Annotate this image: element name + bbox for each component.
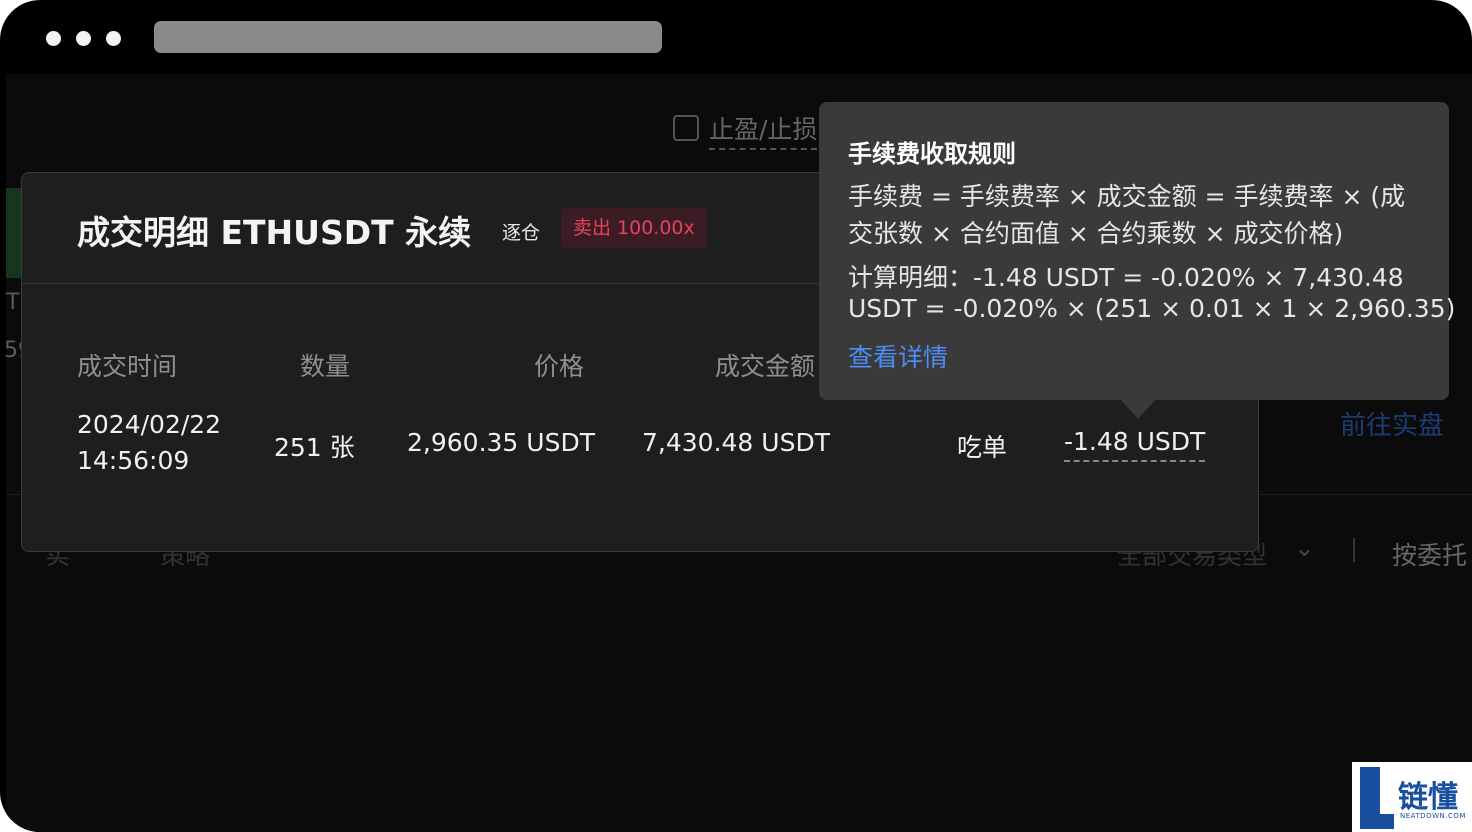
window-dot-minimize[interactable] [76,31,91,46]
tooltip-calc-line: USDT = -0.020% × (251 × 0.01 × 1 × 2,960… [848,294,1456,323]
tpsl-label[interactable]: 止盈/止损 [709,110,818,150]
fee-rule-tooltip: 手续费收取规则 手续费 = 手续费率 × 成交金额 = 手续费率 × (成 交张… [819,102,1455,400]
logo-subtext: NEATDOWN.COM [1400,812,1466,820]
margin-mode-badge: 逐仓 [502,222,541,244]
trade-fee[interactable]: -1.48 USDT [1064,427,1206,462]
background-fragment: T [6,290,20,315]
header-qty: 数量 [300,352,351,381]
modal-title: 成交明细 ETHUSDT 永续 [77,213,472,252]
brand-logo: 链懂 NEATDOWN.COM [1352,762,1472,832]
trade-date: 2024/02/22 [77,410,222,439]
tooltip-formula-line: 手续费 = 手续费率 × 成交金额 = 手续费率 × (成 [848,182,1406,211]
background-green-bar [6,188,22,278]
side-leverage-badge: 卖出 100.00x [561,208,707,248]
tooltip-arrow [1120,399,1156,419]
logo-mark-foot [1360,814,1394,829]
header-price: 价格 [534,352,585,381]
trade-role: 吃单 [957,433,1008,462]
header-time: 成交时间 [77,352,178,381]
chevron-down-icon: ⌄ [1294,533,1315,562]
tpsl-checkbox[interactable] [673,115,699,141]
trade-time: 14:56:09 [77,446,190,475]
trade-qty: 251 张 [274,433,355,462]
tooltip-calc-line: 计算明细：-1.48 USDT = -0.020% × 7,430.48 [848,263,1404,292]
trade-amount: 7,430.48 USDT [642,428,830,457]
tooltip-formula-line: 交张数 × 合约面值 × 合约乘数 × 成交价格) [848,219,1344,248]
view-details-link[interactable]: 查看详情 [848,338,948,374]
window-dot-maximize[interactable] [106,31,121,46]
tooltip-title: 手续费收取规则 [848,140,1016,168]
trade-price: 2,960.35 USDT [407,428,595,457]
logo-text: 链懂 [1398,780,1458,815]
filter-separator [1353,538,1355,562]
window-dot-close[interactable] [46,31,61,46]
go-live-link[interactable]: 前往实盘 [1340,405,1444,442]
address-bar[interactable] [154,21,662,53]
sort-by-order[interactable]: 按委托 [1392,536,1467,572]
header-amount: 成交金额 [715,352,816,381]
browser-window: T 59 止盈/止损 前往实盘 实 策略 全部交易类型 ⌄ 按委托 成交明细 E… [0,0,1472,832]
